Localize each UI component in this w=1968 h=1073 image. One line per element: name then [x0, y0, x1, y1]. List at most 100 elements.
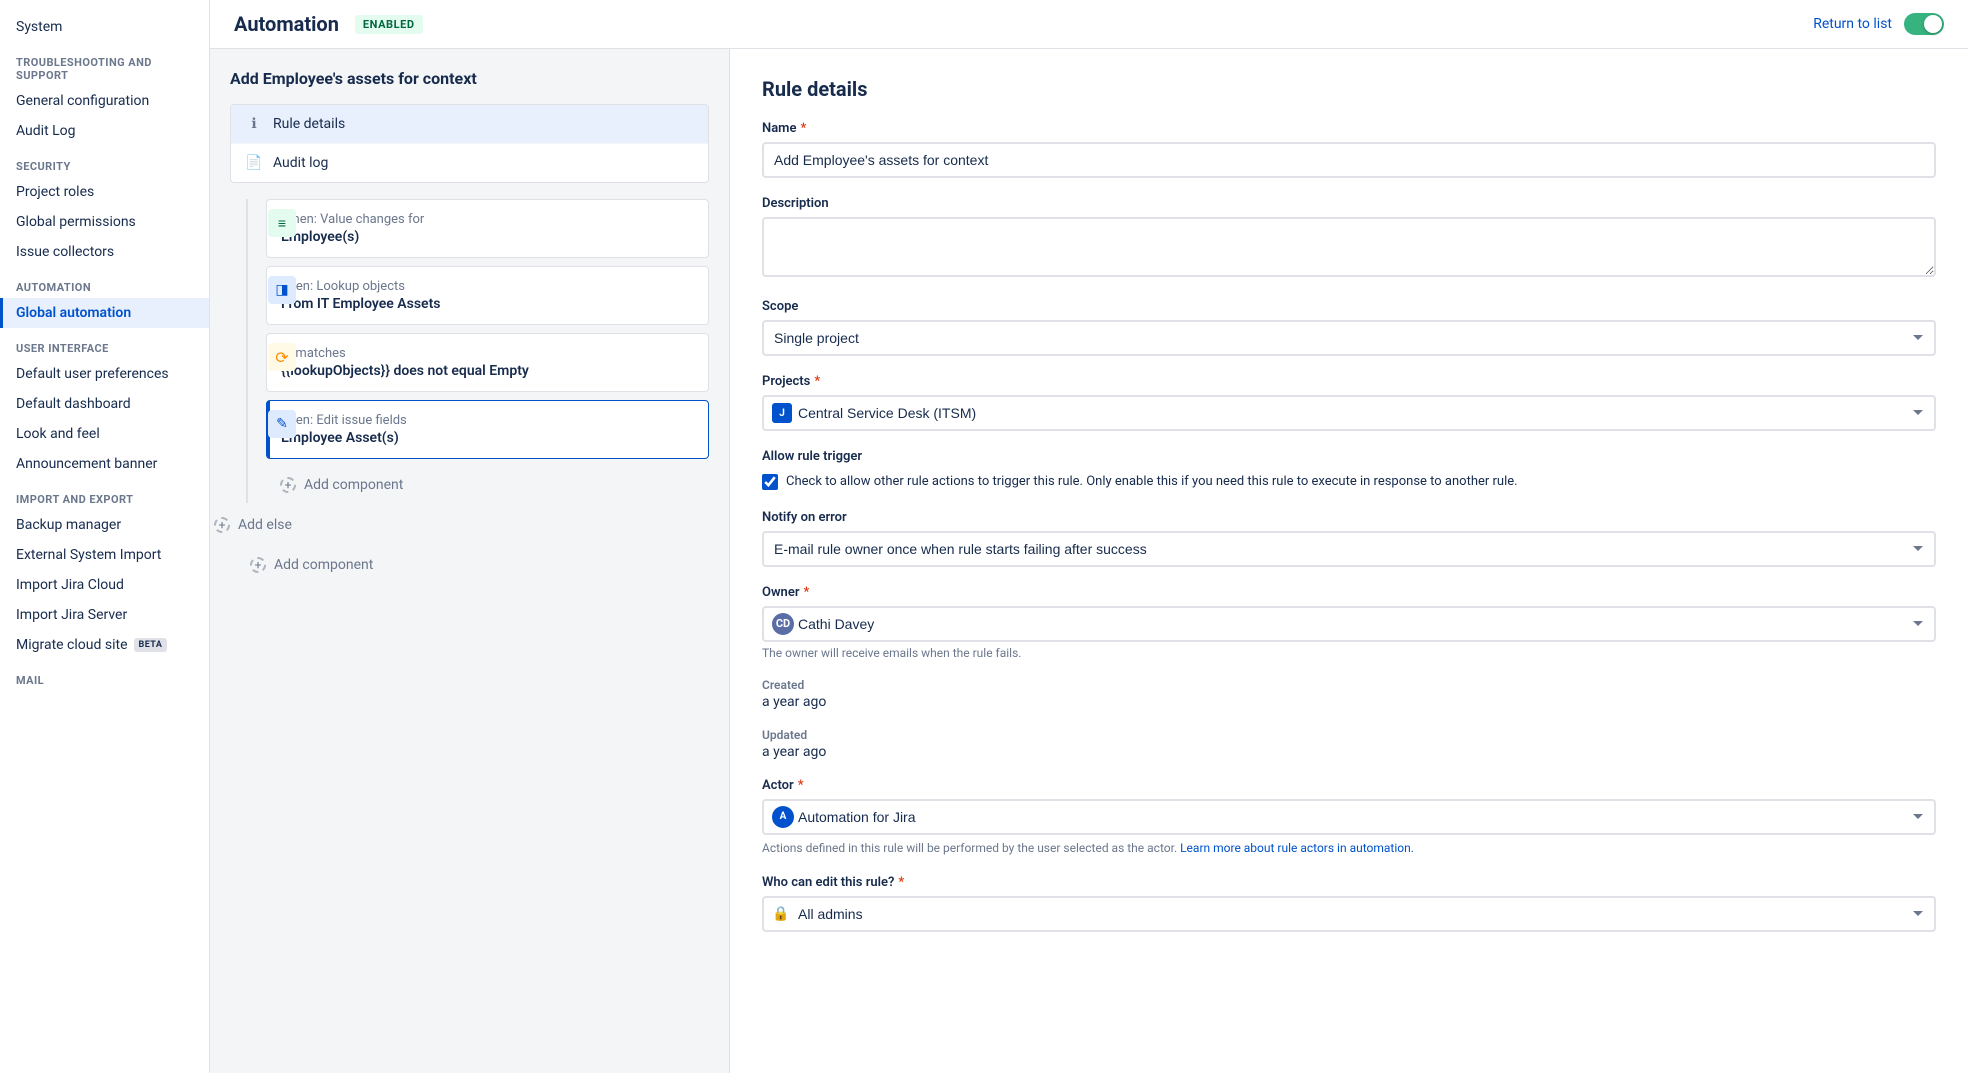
sidebar-item-import-jira-cloud[interactable]: Import Jira Cloud — [0, 570, 209, 600]
name-group: Name * — [762, 121, 1936, 178]
rule-details-panel: Rule details Name * Description Scope Si… — [730, 49, 1968, 1073]
owner-avatar: CD — [772, 613, 794, 635]
projects-label: Projects * — [762, 374, 1936, 389]
sidebar-item-announcement-banner[interactable]: Announcement banner — [0, 449, 209, 479]
topbar: Automation ENABLED Return to list — [210, 0, 1968, 49]
owner-group: Owner * CD Cathi Davey The owner will re… — [762, 585, 1936, 660]
if-step-card[interactable]: If: matches {{lookupObjects}} does not e… — [266, 333, 709, 392]
updated-value: a year ago — [762, 744, 1936, 760]
who-can-edit-select[interactable]: All admins — [762, 896, 1936, 932]
who-can-edit-required: * — [898, 875, 904, 890]
add-else-label: Add else — [238, 517, 292, 533]
add-else-button[interactable]: + Add else — [210, 507, 709, 543]
allow-rule-trigger-checkbox[interactable] — [762, 474, 778, 490]
sidebar-item-look-and-feel[interactable]: Look and feel — [0, 419, 209, 449]
rule-nav-item-rule-details[interactable]: ℹ Rule details — [231, 105, 708, 144]
sidebar-item-external-system-import[interactable]: External System Import — [0, 540, 209, 570]
actor-learn-more-link[interactable]: Learn more about rule actors in automati… — [1180, 841, 1414, 855]
notify-on-error-select[interactable]: E-mail rule owner once when rule starts … — [762, 531, 1936, 567]
actor-label: Actor * — [762, 778, 1936, 793]
topbar-right: Return to list — [1813, 13, 1944, 35]
step-connector-line — [246, 199, 248, 503]
rule-nav-item-audit-log[interactable]: 📄 Audit log — [231, 144, 708, 182]
sidebar-section-security: SECURITY — [0, 146, 209, 177]
sidebar-section-user-interface: USER INTERFACE — [0, 328, 209, 359]
notify-on-error-group: Notify on error E-mail rule owner once w… — [762, 510, 1936, 567]
sidebar-item-import-jira-server[interactable]: Import Jira Server — [0, 600, 209, 630]
sidebar: System TROUBLESHOOTING AND SUPPORT Gener… — [0, 0, 210, 1073]
actor-select-wrapper: A Automation for Jira — [762, 799, 1936, 835]
if-step-wrapper: ⟳ If: matches {{lookupObjects}} does not… — [266, 333, 709, 392]
scope-select[interactable]: Single project Global — [762, 320, 1936, 356]
owner-select-wrapper: CD Cathi Davey — [762, 606, 1936, 642]
if-step-icon: ⟳ — [268, 343, 296, 371]
panel-title: Rule details — [762, 77, 1936, 101]
owner-avatar-icon: CD — [772, 613, 794, 635]
name-required: * — [800, 121, 806, 136]
beta-badge: BETA — [134, 638, 168, 652]
owner-required: * — [804, 585, 810, 600]
projects-select[interactable]: Central Service Desk (ITSM) — [762, 395, 1936, 431]
audit-log-icon: 📄 — [245, 154, 263, 172]
add-component-label-1: Add component — [304, 477, 403, 493]
sidebar-item-global-automation[interactable]: Global automation — [0, 298, 209, 328]
add-else-circle-icon: + — [214, 517, 230, 533]
lookup-step-icon: ◨ — [268, 276, 296, 304]
allow-rule-trigger-label: Allow rule trigger — [762, 449, 1936, 464]
owner-label: Owner * — [762, 585, 1936, 600]
allow-rule-trigger-group: Allow rule trigger Check to allow other … — [762, 449, 1936, 492]
actor-description: Actions defined in this rule will be per… — [762, 839, 1936, 857]
main-area: Automation ENABLED Return to list Add Em… — [210, 0, 1968, 1073]
sidebar-item-migrate-cloud-site[interactable]: Migrate cloud site BETA — [0, 630, 209, 660]
edit-step-wrapper: ✎ Then: Edit issue fields Employee Asset… — [266, 400, 709, 459]
enabled-toggle[interactable] — [1904, 13, 1944, 35]
who-can-edit-group: Who can edit this rule? * 🔒 All admins — [762, 875, 1936, 932]
created-label: Created — [762, 678, 1936, 692]
lookup-step-type: Then: Lookup objects — [281, 279, 694, 294]
actor-required: * — [798, 778, 804, 793]
sidebar-item-default-dashboard[interactable]: Default dashboard — [0, 389, 209, 419]
rule-details-nav-label: Rule details — [273, 116, 345, 132]
description-textarea[interactable] — [762, 217, 1936, 277]
automation-panel: Add Employee's assets for context ℹ Rule… — [210, 49, 730, 1073]
sidebar-item-audit-log[interactable]: Audit Log — [0, 116, 209, 146]
add-component-button-2[interactable]: + Add component — [230, 547, 709, 583]
sidebar-item-project-roles[interactable]: Project roles — [0, 177, 209, 207]
projects-icon: J — [772, 403, 792, 423]
edit-step-detail: Employee Asset(s) — [281, 430, 694, 446]
sidebar-item-system[interactable]: System — [0, 12, 209, 42]
trigger-step-detail: Employee(s) — [281, 229, 694, 245]
lookup-step-detail: From IT Employee Assets — [281, 296, 694, 312]
name-input[interactable] — [762, 142, 1936, 178]
actor-icon: A — [772, 806, 794, 828]
sidebar-section-automation: AUTOMATION — [0, 267, 209, 298]
sidebar-item-backup-manager[interactable]: Backup manager — [0, 510, 209, 540]
rule-nav: ℹ Rule details 📄 Audit log — [230, 104, 709, 183]
sidebar-item-issue-collectors[interactable]: Issue collectors — [0, 237, 209, 267]
trigger-step-card[interactable]: When: Value changes for Employee(s) — [266, 199, 709, 258]
return-to-list-link[interactable]: Return to list — [1813, 16, 1892, 32]
projects-group: Projects * J Central Service Desk (ITSM) — [762, 374, 1936, 431]
add-component-button-1[interactable]: + Add component — [266, 467, 709, 503]
edit-step-icon: ✎ — [268, 410, 296, 438]
add-component-circle-icon: + — [280, 477, 296, 493]
sidebar-item-global-permissions[interactable]: Global permissions — [0, 207, 209, 237]
scope-group: Scope Single project Global — [762, 299, 1936, 356]
status-badge: ENABLED — [355, 15, 423, 34]
page-title: Automation — [234, 12, 339, 36]
add-component-label-2: Add component — [274, 557, 373, 573]
name-label: Name * — [762, 121, 1936, 136]
updated-label: Updated — [762, 728, 1936, 742]
edit-step-card[interactable]: Then: Edit issue fields Employee Asset(s… — [266, 400, 709, 459]
lookup-step-card[interactable]: Then: Lookup objects From IT Employee As… — [266, 266, 709, 325]
trigger-step-type: When: Value changes for — [281, 212, 694, 227]
created-group: Created a year ago — [762, 678, 1936, 710]
lock-icon: 🔒 — [772, 906, 789, 922]
sidebar-item-default-user-preferences[interactable]: Default user preferences — [0, 359, 209, 389]
lookup-step-wrapper: ◨ Then: Lookup objects From IT Employee … — [266, 266, 709, 325]
sidebar-item-general-configuration[interactable]: General configuration — [0, 86, 209, 116]
owner-select[interactable]: Cathi Davey — [762, 606, 1936, 642]
sidebar-section-import-export: IMPORT AND EXPORT — [0, 479, 209, 510]
actor-select[interactable]: Automation for Jira — [762, 799, 1936, 835]
notify-on-error-label: Notify on error — [762, 510, 1936, 525]
